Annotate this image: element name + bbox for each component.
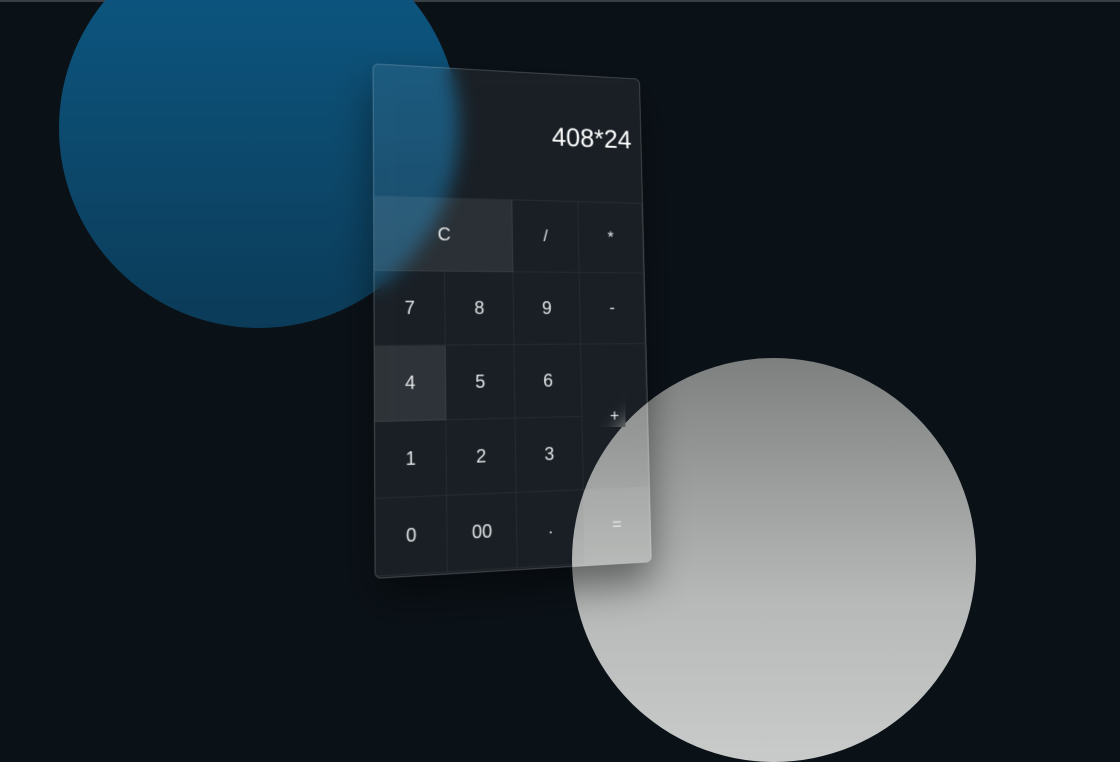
divide-button[interactable]: /: [512, 200, 579, 273]
decimal-point-button[interactable]: .: [517, 490, 586, 568]
keypad: C / * 7 8 9 - 4 5 6 + 1 2 3 0 00 . =: [374, 197, 651, 577]
double-zero-button[interactable]: 00: [447, 493, 518, 572]
digit-2-button[interactable]: 2: [446, 419, 516, 496]
digit-5-button[interactable]: 5: [446, 345, 516, 420]
calculator: 408*24 C / * 7 8 9 - 4 5 6 + 1 2 3 0 00 …: [373, 63, 652, 579]
digit-1-button[interactable]: 1: [375, 420, 447, 499]
digit-9-button[interactable]: 9: [513, 272, 581, 345]
digit-3-button[interactable]: 3: [515, 417, 583, 493]
multiply-button[interactable]: *: [578, 202, 644, 273]
digit-0-button[interactable]: 0: [375, 496, 448, 577]
equals-button[interactable]: =: [584, 487, 651, 564]
plus-button[interactable]: +: [581, 344, 649, 490]
digit-8-button[interactable]: 8: [445, 272, 514, 346]
digit-6-button[interactable]: 6: [514, 345, 582, 419]
calculator-display: 408*24: [374, 64, 642, 203]
clear-button[interactable]: C: [374, 197, 513, 273]
digit-4-button[interactable]: 4: [375, 345, 447, 422]
display-value: 408*24: [552, 122, 632, 155]
calculator-wrapper: 408*24 C / * 7 8 9 - 4 5 6 + 1 2 3 0 00 …: [375, 66, 651, 564]
digit-7-button[interactable]: 7: [374, 271, 445, 346]
minus-button[interactable]: -: [580, 273, 646, 345]
